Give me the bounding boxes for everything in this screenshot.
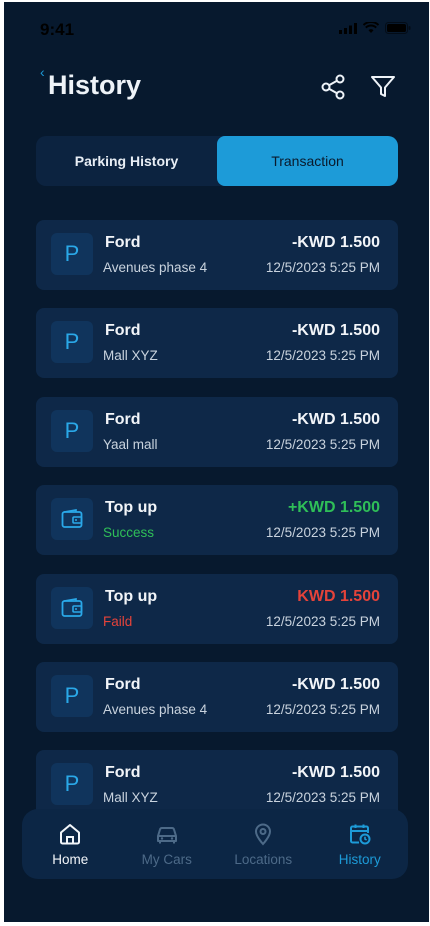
- transaction-list: P Ford Avenues phase 4 -KWD 1.500 12/5/2023 …: [36, 220, 398, 839]
- tab-transaction[interactable]: Transaction: [217, 136, 398, 186]
- transaction-date: 12/5/2023 5:25 PM: [265, 525, 380, 541]
- status-icons: [339, 22, 411, 34]
- transaction-title: Ford: [105, 764, 141, 782]
- wifi-icon: [363, 22, 379, 33]
- wallet-icon: [61, 509, 83, 529]
- transaction-amount: -KWD 1.500: [291, 234, 380, 251]
- parking-icon: P: [64, 682, 80, 708]
- parking-icon: P: [64, 329, 80, 355]
- transaction-subtitle: Mall XYZ: [103, 790, 158, 806]
- status-bar: 9:41: [4, 2, 429, 52]
- nav-my-cars-label: My Cars: [141, 851, 192, 867]
- wallet-badge: [51, 498, 93, 541]
- transaction-date: 12/5/2023 5:25 PM: [265, 436, 380, 452]
- wallet-icon: [61, 597, 83, 617]
- share-icon[interactable]: [320, 74, 346, 100]
- transaction-date: 12/5/2023 5:25 PM: [265, 701, 380, 717]
- tab-parking-history[interactable]: Parking History: [36, 136, 217, 186]
- parking-badge: P: [51, 233, 93, 275]
- battery-icon: [385, 22, 411, 34]
- transaction-item[interactable]: P Ford Avenues phase 4 -KWD 1.500 12/5/2023 …: [36, 220, 398, 290]
- filter-icon[interactable]: [370, 74, 396, 100]
- transaction-title: Ford: [105, 675, 141, 693]
- status-time: 9:41: [40, 20, 75, 39]
- parking-badge: P: [51, 409, 93, 452]
- car-icon: [156, 826, 177, 843]
- transaction-amount: -KWD 1.500: [291, 322, 380, 340]
- page-title: History: [48, 70, 142, 100]
- transaction-amount: -KWD 1.500: [291, 675, 380, 693]
- parking-icon: P: [64, 771, 80, 797]
- transaction-title: Top up: [105, 499, 158, 517]
- transaction-date: 12/5/2023 5:25 PM: [265, 790, 380, 806]
- history-tabs: Parking History Transaction: [36, 136, 398, 186]
- nav-home[interactable]: Home: [22, 809, 119, 879]
- transaction-amount: -KWD 1.500: [291, 764, 380, 782]
- transaction-subtitle: Success: [103, 525, 155, 541]
- nav-locations[interactable]: Locations: [215, 809, 312, 879]
- transaction-item[interactable]: P Ford Mall XYZ -KWD 1.500 12/5/2023 5:25 PM: [36, 308, 398, 379]
- nav-history[interactable]: History: [312, 809, 409, 879]
- transaction-amount: KWD 1.500: [297, 587, 380, 605]
- transaction-date: 12/5/2023 5:25 PM: [265, 613, 380, 629]
- wallet-badge: [51, 586, 93, 629]
- back-icon[interactable]: ‹: [40, 64, 45, 80]
- transaction-item[interactable]: Top up Success +KWD 1.500 12/5/2023 5:25 PM: [36, 485, 398, 556]
- transaction-subtitle: Avenues phase 4: [103, 701, 208, 717]
- transaction-item[interactable]: P Ford Avenues phase 4 -KWD 1.500 12/5/2023 …: [36, 661, 398, 732]
- transaction-item[interactable]: Top up Faild KWD 1.500 12/5/2023 5:25 PM: [36, 573, 398, 644]
- transaction-date: 12/5/2023 5:25 PM: [265, 348, 380, 364]
- transaction-subtitle: Faild: [103, 613, 133, 629]
- parking-icon: P: [64, 241, 80, 266]
- transaction-subtitle: Mall XYZ: [103, 348, 158, 364]
- nav-home-label: Home: [52, 851, 89, 867]
- screen: 9:41 ‹ History Parking History Transacti…: [4, 2, 429, 922]
- calendar-clock-icon: [349, 824, 371, 844]
- transaction-title: Ford: [105, 234, 141, 251]
- parking-icon: P: [64, 417, 80, 443]
- parking-badge: P: [51, 674, 93, 717]
- transaction-title: Ford: [105, 410, 141, 428]
- bottom-nav: Home My Cars Locations History: [22, 809, 408, 879]
- transaction-date: 12/5/2023 5:25 PM: [265, 260, 380, 275]
- signal-icon: [339, 22, 357, 34]
- transaction-title: Ford: [105, 322, 141, 340]
- transaction-amount: -KWD 1.500: [291, 410, 380, 428]
- transaction-subtitle: Yaal mall: [103, 436, 158, 452]
- transaction-subtitle: Avenues phase 4: [103, 260, 208, 275]
- location-pin-icon: [255, 823, 272, 845]
- transaction-amount: +KWD 1.500: [287, 499, 380, 517]
- parking-badge: P: [51, 321, 93, 364]
- transaction-item[interactable]: P Ford Yaal mall -KWD 1.500 12/5/2023 5:25 P…: [36, 396, 398, 467]
- nav-locations-label: Locations: [234, 851, 293, 867]
- parking-badge: P: [51, 763, 93, 806]
- nav-my-cars[interactable]: My Cars: [119, 809, 216, 879]
- home-icon: [60, 823, 81, 844]
- nav-history-label: History: [338, 851, 381, 867]
- transaction-title: Top up: [105, 587, 158, 605]
